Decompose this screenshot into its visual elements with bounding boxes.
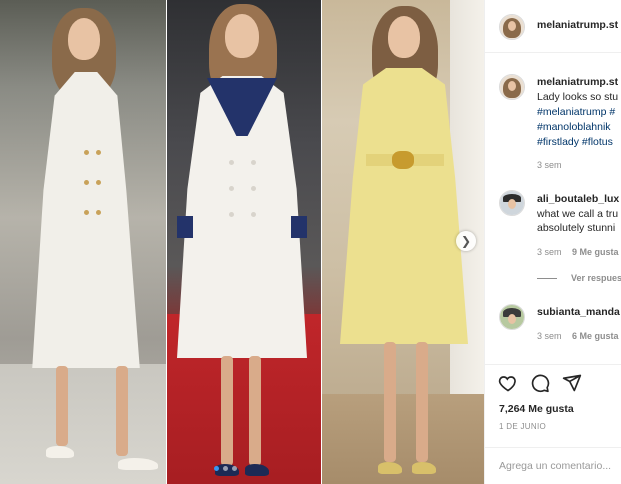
caption-hashtags[interactable]: #manoloblahnik bbox=[537, 121, 611, 133]
shoe bbox=[118, 458, 158, 470]
post-sidebar: melaniatrump.st melaniatrump.st Lady loo… bbox=[484, 0, 621, 484]
face bbox=[388, 16, 420, 58]
shoe bbox=[378, 462, 402, 474]
caption-hashtags[interactable]: #melaniatrump # bbox=[537, 106, 615, 118]
coat-button bbox=[229, 186, 234, 191]
leg bbox=[384, 342, 396, 462]
coat-button bbox=[251, 160, 256, 165]
coat-button bbox=[84, 180, 89, 185]
leg bbox=[116, 366, 128, 456]
leg bbox=[56, 366, 68, 446]
coat-button bbox=[96, 210, 101, 215]
navy-cuff bbox=[291, 216, 307, 238]
shoe bbox=[245, 464, 269, 476]
action-bar: 7,264 Me gusta 1 DE JUNIO Agrega un come… bbox=[485, 364, 621, 484]
chevron-right-icon: ❯ bbox=[460, 234, 472, 248]
coat-button bbox=[84, 150, 89, 155]
coat-button bbox=[251, 212, 256, 217]
caption-username[interactable]: melaniatrump.st bbox=[537, 76, 618, 88]
like-count[interactable]: 7,264 Me gusta bbox=[499, 403, 574, 415]
comment-input[interactable]: Agrega un comentario... bbox=[499, 460, 611, 472]
photo-panel-white-navy-coat bbox=[167, 0, 321, 484]
comment-time[interactable]: 3 sem bbox=[537, 247, 562, 257]
avatar[interactable] bbox=[499, 190, 525, 216]
face bbox=[68, 18, 100, 60]
avatar[interactable] bbox=[499, 74, 525, 100]
caption-text: Lady looks so stu bbox=[537, 91, 619, 103]
coat-button bbox=[96, 150, 101, 155]
leg bbox=[416, 342, 428, 462]
view-replies-link[interactable]: Ver respues bbox=[571, 273, 621, 283]
white-coat bbox=[32, 72, 140, 368]
coat-button bbox=[251, 186, 256, 191]
carousel-dot bbox=[223, 466, 228, 471]
carousel-dot bbox=[232, 466, 237, 471]
carousel-next-button[interactable]: ❯ bbox=[456, 231, 476, 251]
yellow-coat bbox=[340, 68, 468, 344]
comment-username[interactable]: ali_boutaleb_lux bbox=[537, 193, 619, 205]
coat-button bbox=[96, 180, 101, 185]
floor bbox=[322, 394, 484, 484]
comment-icon[interactable] bbox=[530, 373, 550, 393]
shoe bbox=[46, 446, 74, 458]
share-icon[interactable] bbox=[562, 373, 582, 393]
coat-button bbox=[229, 160, 234, 165]
coat-button bbox=[229, 212, 234, 217]
carousel-indicator bbox=[214, 466, 237, 471]
comment-text: absolutely stunni bbox=[537, 222, 616, 234]
photo-panel-white-coat bbox=[0, 0, 166, 484]
add-comment-box[interactable]: Agrega un comentario... bbox=[485, 447, 621, 484]
avatar[interactable] bbox=[499, 14, 525, 40]
navy-cuff bbox=[177, 216, 193, 238]
carousel-dot bbox=[214, 466, 219, 471]
avatar[interactable] bbox=[499, 304, 525, 330]
reply-divider bbox=[537, 278, 557, 279]
comment-time[interactable]: 3 sem bbox=[537, 331, 562, 341]
leg bbox=[249, 356, 261, 466]
comment-text: what we call a tru bbox=[537, 208, 619, 220]
caption-time[interactable]: 3 sem bbox=[537, 160, 562, 170]
header-username[interactable]: melaniatrump.st bbox=[537, 19, 618, 31]
post-header: melaniatrump.st bbox=[485, 0, 621, 53]
face bbox=[225, 14, 259, 58]
caption-hashtags[interactable]: #firstlady #flotus bbox=[537, 136, 613, 148]
gold-buckle bbox=[392, 151, 414, 169]
shoe bbox=[412, 462, 436, 474]
coat-button bbox=[84, 210, 89, 215]
comment-likes[interactable]: 6 Me gusta bbox=[572, 331, 619, 341]
heart-icon[interactable] bbox=[498, 373, 518, 393]
leg bbox=[221, 356, 233, 466]
comment-username[interactable]: subianta_manda bbox=[537, 306, 620, 318]
post-date: 1 DE JUNIO bbox=[499, 422, 547, 431]
comment-likes[interactable]: 9 Me gusta bbox=[572, 247, 619, 257]
post-image[interactable]: ❯ bbox=[0, 0, 484, 484]
